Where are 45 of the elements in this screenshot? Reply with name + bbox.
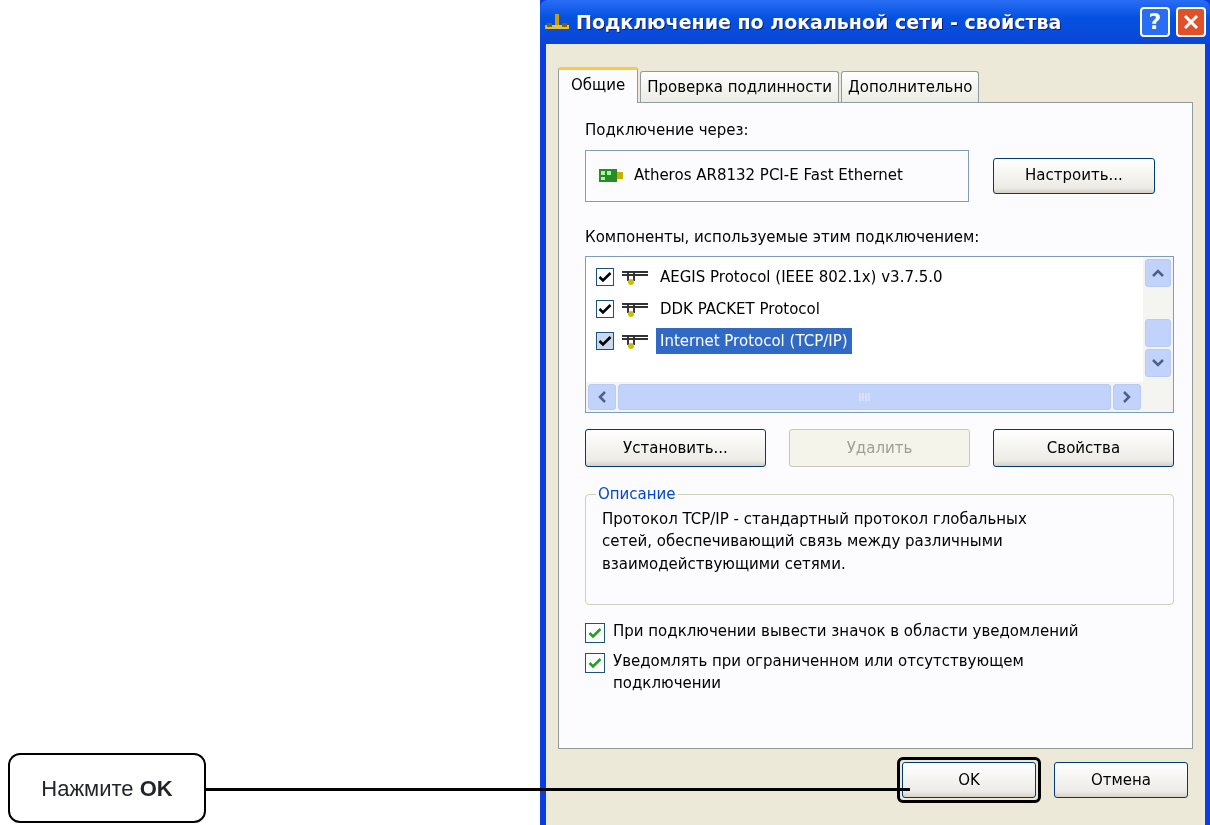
window-title: Подключение по локальной сети - свойства [576,9,1063,35]
scroll-left-button[interactable] [588,384,616,410]
action-button[interactable]: Свойства [993,429,1174,467]
protocol-icon [620,300,650,318]
ok-button[interactable]: OK [902,762,1036,798]
close-icon [1182,13,1200,31]
section-label: Подключение через: [585,120,750,141]
list-item[interactable]: DDK PACKET Protocol [656,295,824,323]
horizontal-scrollbar[interactable] [586,382,1143,412]
chevron-down-icon [1151,358,1165,368]
network-card-icon [598,166,624,185]
close-button[interactable] [1176,7,1206,37]
group-legend: Описание [596,483,678,506]
action-button[interactable]: Установить... [585,429,766,467]
vertical-scrollbar[interactable] [1143,257,1173,382]
checkbox[interactable] [596,332,614,350]
adapter-field: Atheros AR8132 PCI-E Fast Ethernet [585,149,969,202]
callout-text: Нажмите OK [41,774,173,803]
checkbox[interactable] [596,268,614,286]
chevron-right-icon [1122,390,1132,404]
checkbox[interactable] [585,623,605,643]
chevron-left-icon [597,390,607,404]
tab[interactable]: Дополнительно [841,71,980,102]
scroll-right-button[interactable] [1113,384,1141,410]
scrollbar-corner [1143,382,1173,412]
protocol-icon [620,332,650,350]
list-item[interactable]: AEGIS Protocol (IEEE 802.1x) v3.7.5.0 [656,263,947,291]
section-label: Компоненты, используемые этим подключением: [585,226,981,248]
tab[interactable]: Общие [558,67,639,103]
scroll-up-button[interactable] [1145,259,1171,287]
scrollbar-thumb[interactable] [1145,319,1171,347]
protocol-icon [620,268,650,286]
checkbox-label: Уведомлять при ограниченном или отсутствующем подключении [613,651,1025,694]
configure-button[interactable]: Настроить... [993,157,1155,194]
description-text: Протокол TCP/IP - стандартный протокол глобальных сетей, обеспечивающий связь между различными взаимодействующими сетями. [602,508,1028,575]
chevron-up-icon [1151,268,1165,278]
cancel-button[interactable]: Отмена [1054,762,1188,798]
checkbox[interactable] [585,653,605,673]
checkbox[interactable] [596,300,614,318]
checkbox-label: При подключении вывести значок в области уведомлений [613,621,1079,642]
tab[interactable]: Проверка подлинности [640,71,839,102]
scrollbar-thumb[interactable] [618,384,1111,410]
list-item[interactable]: Internet Protocol (TCP/IP) [656,327,852,355]
help-button[interactable]: ? [1140,7,1170,37]
scroll-down-button[interactable] [1145,349,1171,377]
